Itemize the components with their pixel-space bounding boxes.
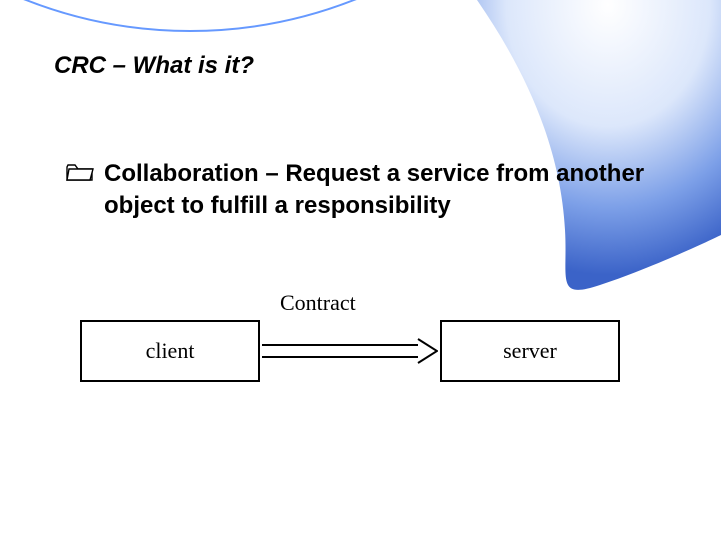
- contract-label: Contract: [280, 290, 356, 316]
- server-box: server: [440, 320, 620, 382]
- arrow-icon: [262, 338, 438, 364]
- server-box-label: server: [503, 338, 557, 364]
- client-box-label: client: [146, 338, 195, 364]
- decorative-arc-top: [0, 0, 640, 32]
- slide-title: CRC – What is it?: [54, 52, 254, 80]
- diagram: Contract client server: [80, 290, 640, 430]
- client-box: client: [80, 320, 260, 382]
- bullet-text: Collaboration – Request a service from a…: [104, 158, 681, 223]
- decorative-swoosh: [0, 0, 721, 541]
- bullet-row: Collaboration – Request a service from a…: [66, 158, 681, 223]
- folder-bullet-icon: [66, 162, 94, 182]
